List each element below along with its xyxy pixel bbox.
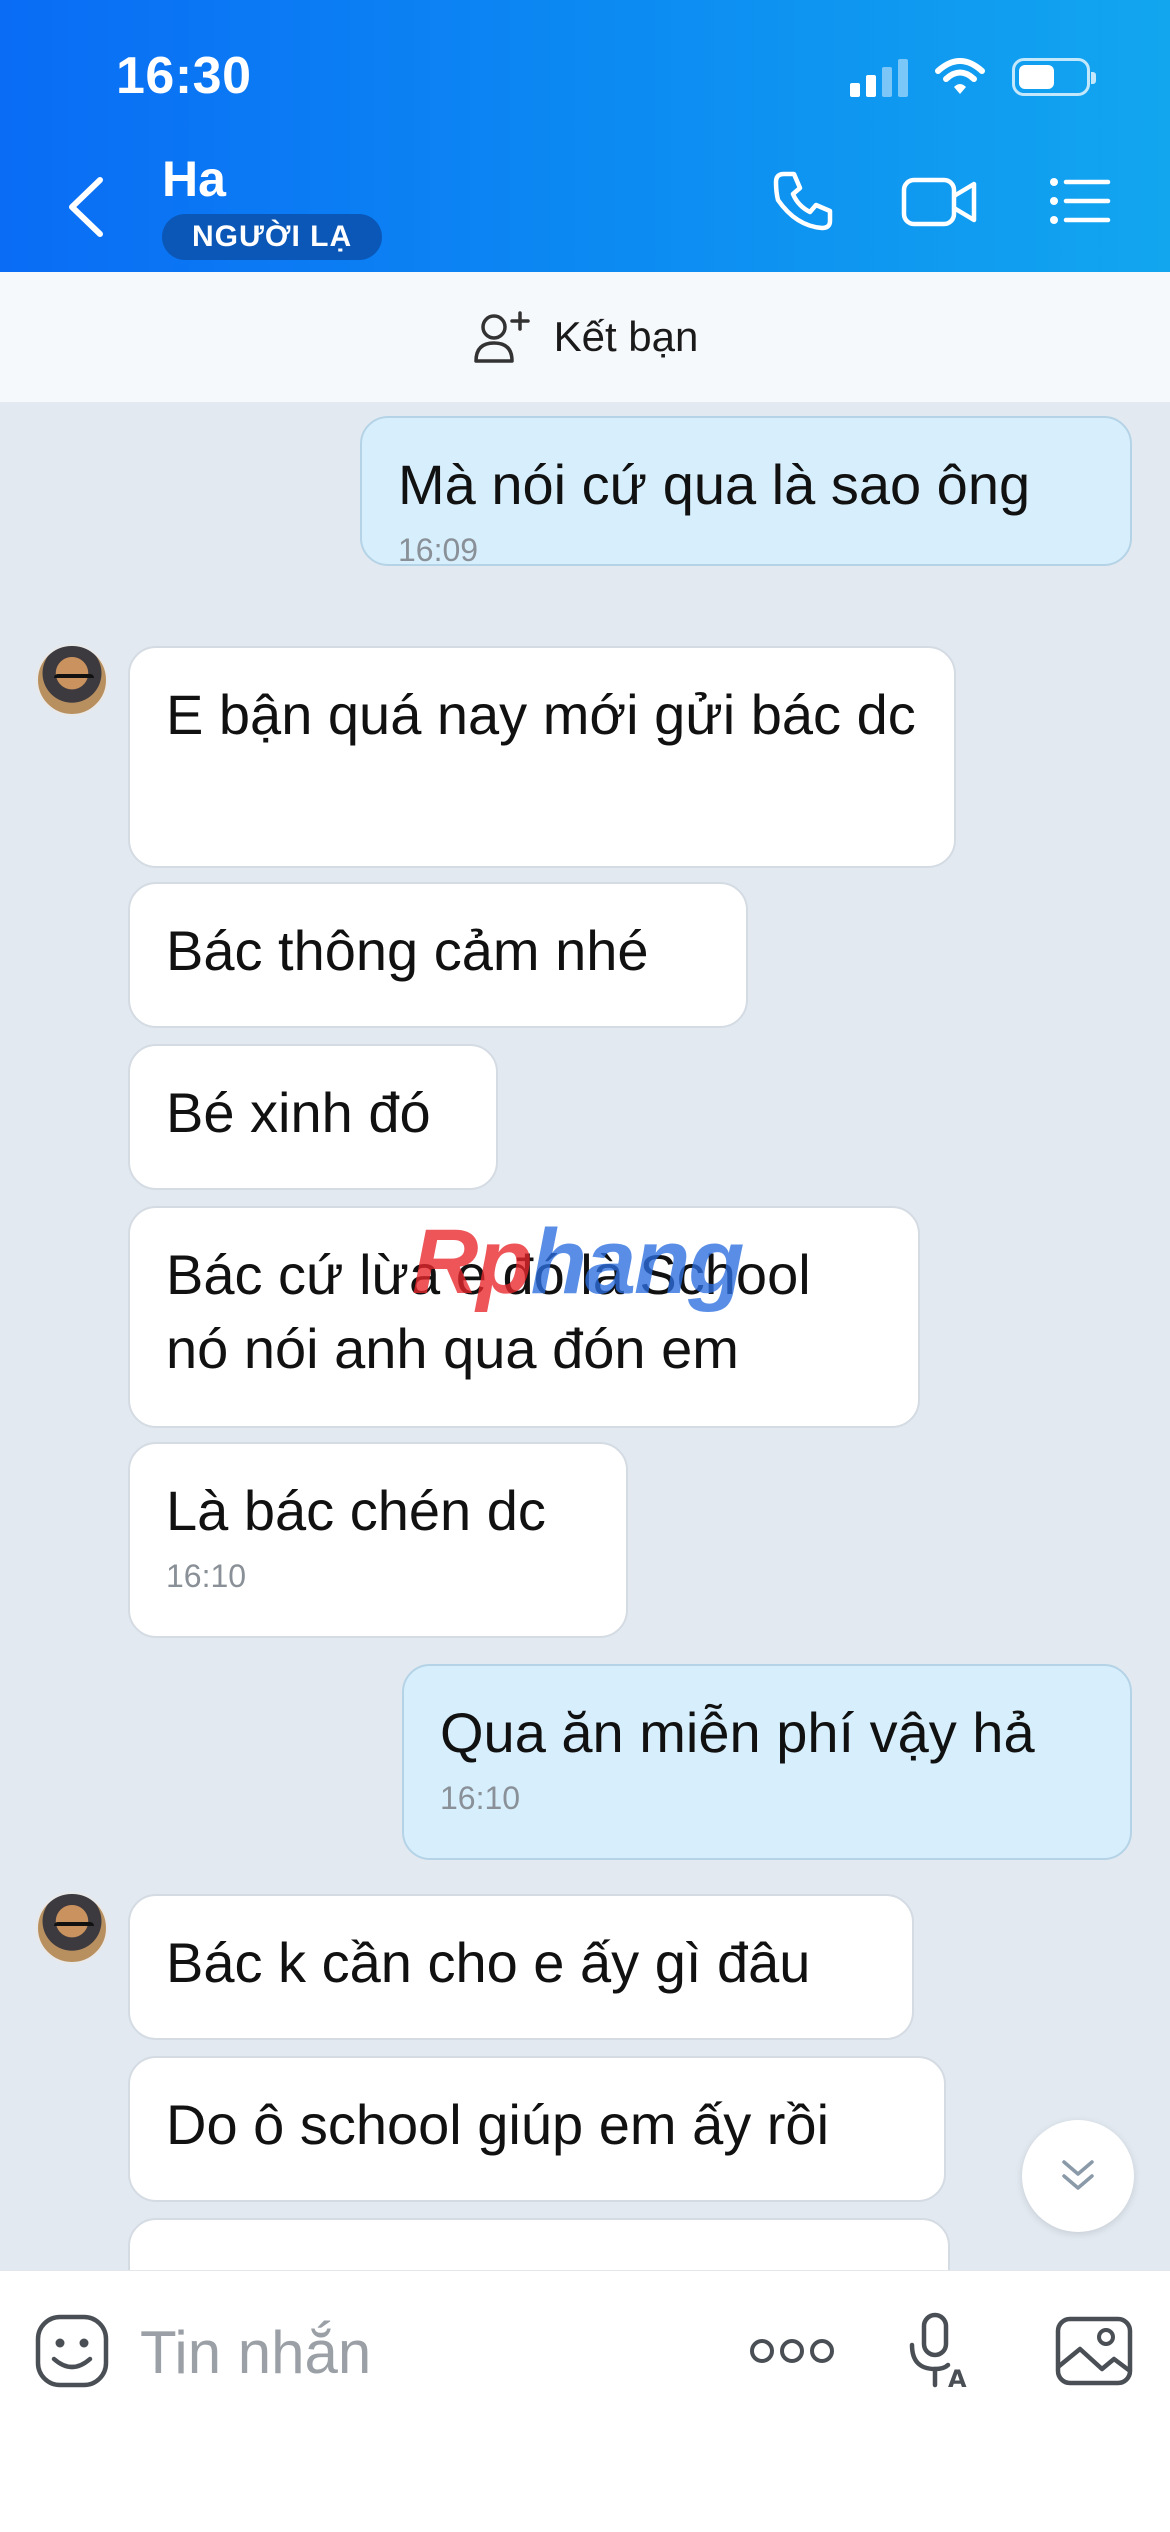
double-chevron-down-icon: [1062, 2160, 1094, 2190]
message-text: Bác cứ lừa e đó là School nó nói anh qua…: [166, 1243, 811, 1380]
scroll-to-bottom-button[interactable]: [1022, 2120, 1134, 2232]
avatar[interactable]: [36, 644, 108, 716]
message-text: Là bác chén dc: [166, 1479, 546, 1542]
message-text: Bé xinh đó: [166, 1081, 431, 1144]
add-friend-label: Kết bạn: [553, 313, 699, 360]
message-time: 16:10: [166, 1558, 247, 1594]
message-text: Bác thông cảm nhé: [166, 919, 649, 982]
contact-name[interactable]: Ha: [162, 150, 226, 208]
more-options-icon[interactable]: [748, 2329, 836, 2373]
message-bubble-incoming[interactable]: Bé xinh đó: [128, 1044, 498, 1190]
add-friend-button[interactable]: Kết bạn: [0, 272, 1170, 402]
message-text: Do ô school giúp em ấy rồi: [166, 2093, 830, 2156]
message-text: Mà nói cứ qua là sao ông: [398, 453, 1031, 516]
phone-icon[interactable]: [770, 168, 836, 234]
message-bubble-incoming-partial[interactable]: [128, 2218, 950, 2270]
svg-text:A: A: [948, 2365, 967, 2391]
message-bubble-outgoing[interactable]: Mà nói cứ qua là sao ông 16:09: [360, 416, 1132, 568]
message-input[interactable]: [140, 2307, 700, 2397]
back-icon[interactable]: [60, 172, 114, 242]
voice-to-text-mic-icon[interactable]: A: [904, 2311, 970, 2391]
message-bubble-incoming[interactable]: Là bác chén dc 16:10: [128, 1442, 628, 1638]
battery-icon: [1012, 58, 1096, 96]
sticker-emoji-icon[interactable]: [34, 2313, 110, 2389]
message-text: Qua ăn miễn phí vậy hả: [440, 1701, 1035, 1764]
status-time: 16:30: [116, 47, 252, 105]
message-bubble-incoming[interactable]: Bác thông cảm nhé: [128, 882, 748, 1028]
message-text: E bận quá nay mới gửi bác dc: [166, 683, 916, 746]
video-camera-icon[interactable]: [900, 168, 980, 234]
add-person-icon: [473, 311, 530, 363]
image-gallery-icon[interactable]: [1054, 2315, 1134, 2387]
chat-header: 16:30 Ha NGƯỜI LẠ: [0, 0, 1170, 272]
avatar[interactable]: [36, 1892, 108, 1964]
message-time: 16:10: [440, 1780, 521, 1816]
message-bubble-incoming[interactable]: Bác k cần cho e ấy gì đâu: [128, 1894, 914, 2040]
message-list[interactable]: Mà nói cứ qua là sao ông 16:09 E bận quá…: [0, 402, 1170, 2270]
cellular-signal-icon: [850, 57, 908, 97]
message-bubble-outgoing[interactable]: Qua ăn miễn phí vậy hả 16:10: [402, 1664, 1132, 1860]
message-bubble-incoming[interactable]: Do ô school giúp em ấy rồi: [128, 2056, 946, 2202]
list-menu-icon[interactable]: [1046, 168, 1112, 234]
message-composer: A: [0, 2270, 1170, 2532]
message-bubble-incoming[interactable]: E bận quá nay mới gửi bác dc: [128, 646, 956, 868]
message-bubble-incoming[interactable]: Bác cứ lừa e đó là School nó nói anh qua…: [128, 1206, 920, 1428]
wifi-icon: [935, 58, 985, 94]
message-text: Bác k cần cho e ấy gì đâu: [166, 1931, 811, 1994]
status-icons: [850, 54, 1096, 100]
stranger-badge: NGƯỜI LẠ: [162, 214, 383, 260]
message-time: 16:09: [398, 532, 479, 568]
